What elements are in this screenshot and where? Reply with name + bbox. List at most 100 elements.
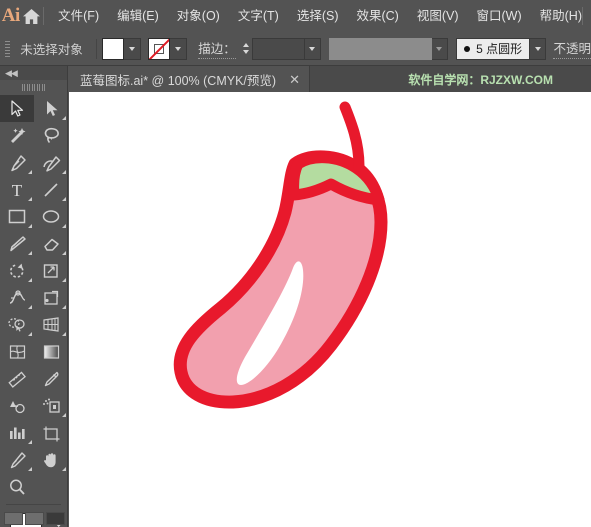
tool-flyout-indicator bbox=[28, 305, 32, 309]
width-profile-dropdown-button[interactable] bbox=[431, 37, 448, 60]
tool-zoom[interactable] bbox=[0, 473, 34, 500]
control-bar-grip[interactable] bbox=[3, 38, 12, 60]
tool-ellipse[interactable] bbox=[34, 203, 68, 230]
menu-select[interactable]: 选择(S) bbox=[288, 4, 348, 28]
chevron-down-icon bbox=[309, 46, 316, 51]
stroke-color-control[interactable] bbox=[148, 37, 188, 60]
stepper-down-icon bbox=[242, 50, 249, 54]
menu-right-divider bbox=[582, 7, 583, 25]
stroke-swatch-none[interactable] bbox=[148, 37, 171, 60]
tool-paintbrush[interactable] bbox=[0, 230, 34, 257]
watermark-text: 软件自学网：RJZXW.COM bbox=[408, 72, 553, 87]
chevron-down-icon bbox=[175, 46, 182, 51]
document-tab[interactable]: 蓝莓图标.ai* @ 100% (CMYK/预览) ✕ bbox=[68, 66, 310, 92]
tools-panel-divider bbox=[6, 504, 61, 505]
tool-width[interactable] bbox=[0, 284, 34, 311]
tool-flyout-indicator bbox=[62, 305, 66, 309]
chevron-down-icon bbox=[534, 46, 541, 51]
tool-slice[interactable] bbox=[0, 446, 34, 473]
menu-file[interactable]: 文件(F) bbox=[49, 4, 108, 28]
tool-grid: T bbox=[0, 94, 67, 500]
tools-panel: ◀◀ T bbox=[0, 66, 68, 527]
tool-flyout-indicator bbox=[62, 224, 66, 228]
artboard-canvas[interactable] bbox=[69, 92, 591, 527]
svg-text:T: T bbox=[12, 181, 23, 199]
tool-magic-wand[interactable] bbox=[0, 122, 34, 149]
menu-effect[interactable]: 效果(C) bbox=[347, 4, 407, 28]
tool-line-segment[interactable] bbox=[34, 176, 68, 203]
tool-grid-empty-slot bbox=[34, 473, 68, 500]
tool-blend[interactable] bbox=[0, 392, 34, 419]
menu-type[interactable]: 文字(T) bbox=[229, 4, 288, 28]
tool-pen[interactable] bbox=[0, 149, 34, 176]
tool-type[interactable]: T bbox=[0, 176, 34, 203]
tool-artboard[interactable] bbox=[34, 419, 68, 446]
menu-edit[interactable]: 编辑(E) bbox=[108, 4, 168, 28]
menu-item-list: 文件(F) 编辑(E) 对象(O) 文字(T) 选择(S) 效果(C) 视图(V… bbox=[49, 4, 591, 28]
stroke-weight-label[interactable]: 描边： bbox=[198, 38, 236, 59]
fill-dropdown-button[interactable] bbox=[123, 37, 141, 60]
tool-direct-selection[interactable] bbox=[34, 95, 68, 122]
tool-hand[interactable] bbox=[34, 446, 68, 473]
chevron-down-icon bbox=[128, 46, 135, 51]
tool-selection[interactable] bbox=[0, 95, 34, 122]
screen-mode-normal[interactable] bbox=[4, 512, 23, 525]
stroke-dropdown-button[interactable] bbox=[170, 37, 188, 60]
tool-flyout-indicator bbox=[62, 278, 66, 282]
tool-scale[interactable] bbox=[34, 257, 68, 284]
tool-flyout-indicator bbox=[62, 251, 66, 255]
menu-object[interactable]: 对象(O) bbox=[168, 4, 229, 28]
close-icon[interactable]: ✕ bbox=[286, 73, 303, 86]
chevron-down-icon bbox=[436, 46, 443, 51]
menu-divider bbox=[42, 7, 44, 25]
brush-dot-icon bbox=[464, 45, 471, 52]
tool-shaper-eraser[interactable] bbox=[34, 230, 68, 257]
stroke-weight-input[interactable] bbox=[251, 37, 305, 60]
chili-pepper-illustration[interactable] bbox=[69, 92, 591, 527]
tool-shape-builder[interactable] bbox=[0, 311, 34, 338]
screen-mode-full[interactable] bbox=[46, 512, 65, 525]
stroke-weight-dropdown-button[interactable] bbox=[304, 37, 321, 60]
brush-definition-field[interactable]: 5 点圆形 bbox=[456, 37, 531, 60]
tool-column-graph[interactable] bbox=[0, 419, 34, 446]
illustrator-window: Ai 文件(F) 编辑(E) 对象(O) 文字(T) 选择(S) 效果(C) 视… bbox=[0, 0, 591, 527]
width-profile-input[interactable] bbox=[328, 37, 432, 60]
menu-window[interactable]: 窗口(W) bbox=[468, 4, 531, 28]
tool-free-transform[interactable] bbox=[34, 284, 68, 311]
tool-flyout-indicator bbox=[28, 467, 32, 471]
tool-mesh[interactable] bbox=[0, 338, 34, 365]
opacity-label[interactable]: 不透明 bbox=[553, 38, 591, 59]
screen-mode-buttons bbox=[4, 512, 65, 525]
collapse-double-arrow-icon[interactable]: ◀◀ bbox=[5, 68, 18, 79]
tools-panel-grip[interactable] bbox=[0, 80, 67, 94]
tool-eyedropper[interactable] bbox=[34, 365, 68, 392]
tool-gradient[interactable] bbox=[34, 338, 68, 365]
stroke-weight-stepper[interactable] bbox=[239, 37, 252, 60]
tool-flyout-indicator bbox=[62, 170, 66, 174]
menu-bar: Ai 文件(F) 编辑(E) 对象(O) 文字(T) 选择(S) 效果(C) 视… bbox=[0, 0, 591, 32]
brush-dropdown-button[interactable] bbox=[530, 37, 547, 60]
document-tab-bar: 蓝莓图标.ai* @ 100% (CMYK/预览) ✕ 软件自学网：RJZXW.… bbox=[68, 66, 591, 92]
control-divider-1 bbox=[95, 38, 97, 59]
tool-flyout-indicator bbox=[28, 197, 32, 201]
tool-curvature[interactable] bbox=[34, 149, 68, 176]
tool-perspective-grid[interactable] bbox=[34, 311, 68, 338]
tool-measure[interactable] bbox=[0, 365, 34, 392]
home-icon[interactable] bbox=[22, 0, 41, 32]
brush-definition-label: 5 点圆形 bbox=[476, 42, 523, 56]
tool-symbol-sprayer[interactable] bbox=[34, 392, 68, 419]
control-bar: 未选择对象 描边： 5 点圆形 不透明 bbox=[0, 32, 591, 66]
fill-swatch[interactable] bbox=[101, 37, 124, 60]
tool-rectangle[interactable] bbox=[0, 203, 34, 230]
fill-color-control[interactable] bbox=[101, 37, 141, 60]
tools-panel-collapse-bar[interactable]: ◀◀ bbox=[0, 66, 67, 80]
tool-flyout-indicator bbox=[28, 251, 32, 255]
tool-lasso[interactable] bbox=[34, 122, 68, 149]
selection-status-label: 未选择对象 bbox=[20, 43, 83, 57]
tool-flyout-indicator bbox=[28, 332, 32, 336]
menu-view[interactable]: 视图(V) bbox=[408, 4, 468, 28]
app-logo: Ai bbox=[1, 5, 20, 26]
tool-rotate[interactable] bbox=[0, 257, 34, 284]
tool-flyout-indicator bbox=[62, 467, 66, 471]
screen-mode-full-with-menu[interactable] bbox=[25, 512, 44, 525]
